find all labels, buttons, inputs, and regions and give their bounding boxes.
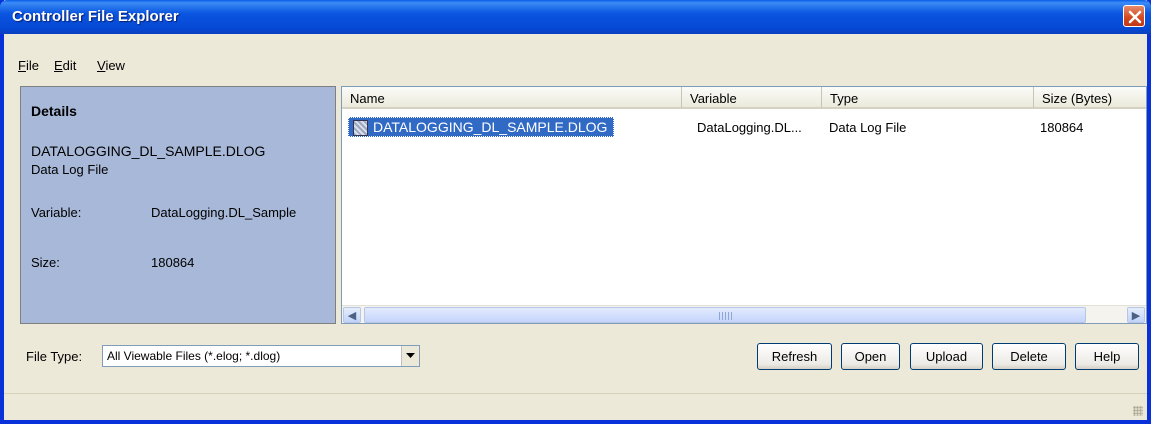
- open-button[interactable]: Open: [841, 343, 900, 370]
- help-button[interactable]: Help: [1075, 343, 1139, 370]
- file-type-label: File Type:: [26, 349, 83, 364]
- close-icon: [1128, 10, 1142, 24]
- controller-file-explorer-window: Controller File Explorer File Edit View …: [0, 0, 1151, 424]
- list-item-size[interactable]: 180864: [1040, 120, 1083, 135]
- column-header-type[interactable]: Type: [822, 87, 1034, 109]
- scroll-thumb[interactable]: [364, 307, 1086, 323]
- details-variable-value: DataLogging.DL_Sample: [151, 205, 297, 220]
- refresh-button[interactable]: Refresh: [757, 343, 832, 370]
- details-file-name: DATALOGGING_DL_SAMPLE.DLOG: [31, 143, 266, 159]
- menu-edit[interactable]: Edit: [54, 58, 76, 73]
- status-bar: [4, 393, 1147, 420]
- title-bar[interactable]: Controller File Explorer: [0, 0, 1151, 34]
- horizontal-scrollbar[interactable]: ◀ ▶: [342, 305, 1146, 323]
- list-item-type[interactable]: Data Log File: [829, 120, 906, 135]
- list-item-variable[interactable]: DataLogging.DL...: [697, 120, 802, 135]
- grip-icon: [719, 312, 733, 320]
- list-item-name[interactable]: DATALOGGING_DL_SAMPLE.DLOG: [348, 117, 615, 137]
- menu-view[interactable]: View: [97, 58, 125, 73]
- column-header-variable[interactable]: Variable: [682, 87, 822, 109]
- column-header-name[interactable]: Name: [342, 87, 682, 109]
- scroll-left-button[interactable]: ◀: [343, 307, 361, 323]
- details-file-type: Data Log File: [31, 162, 109, 177]
- window-title: Controller File Explorer: [12, 8, 179, 25]
- column-header-size[interactable]: Size (Bytes): [1034, 87, 1146, 109]
- close-button[interactable]: [1123, 5, 1145, 27]
- dropdown-button[interactable]: [401, 346, 419, 366]
- details-size-label: Size:: [31, 255, 60, 270]
- details-variable-label: Variable:: [31, 205, 82, 220]
- file-icon: [353, 120, 368, 136]
- upload-button[interactable]: Upload: [910, 343, 983, 370]
- details-heading: Details: [31, 103, 77, 119]
- chevron-right-icon: ▶: [1131, 309, 1141, 322]
- menu-file[interactable]: File: [18, 58, 39, 73]
- file-list[interactable]: Name Variable Type Size (Bytes) DATALOGG…: [341, 86, 1147, 324]
- delete-button[interactable]: Delete: [992, 343, 1066, 370]
- chevron-left-icon: ◀: [347, 309, 357, 322]
- details-panel: Details DATALOGGING_DL_SAMPLE.DLOG Data …: [20, 86, 336, 324]
- chevron-down-icon: [406, 353, 415, 358]
- menu-bar: File Edit View: [4, 34, 1147, 84]
- resize-grip-icon[interactable]: [1133, 406, 1143, 416]
- scroll-right-button[interactable]: ▶: [1127, 307, 1145, 323]
- file-type-select[interactable]: All Viewable Files (*.elog; *.dlog): [102, 345, 420, 367]
- details-size-value: 180864: [151, 255, 195, 270]
